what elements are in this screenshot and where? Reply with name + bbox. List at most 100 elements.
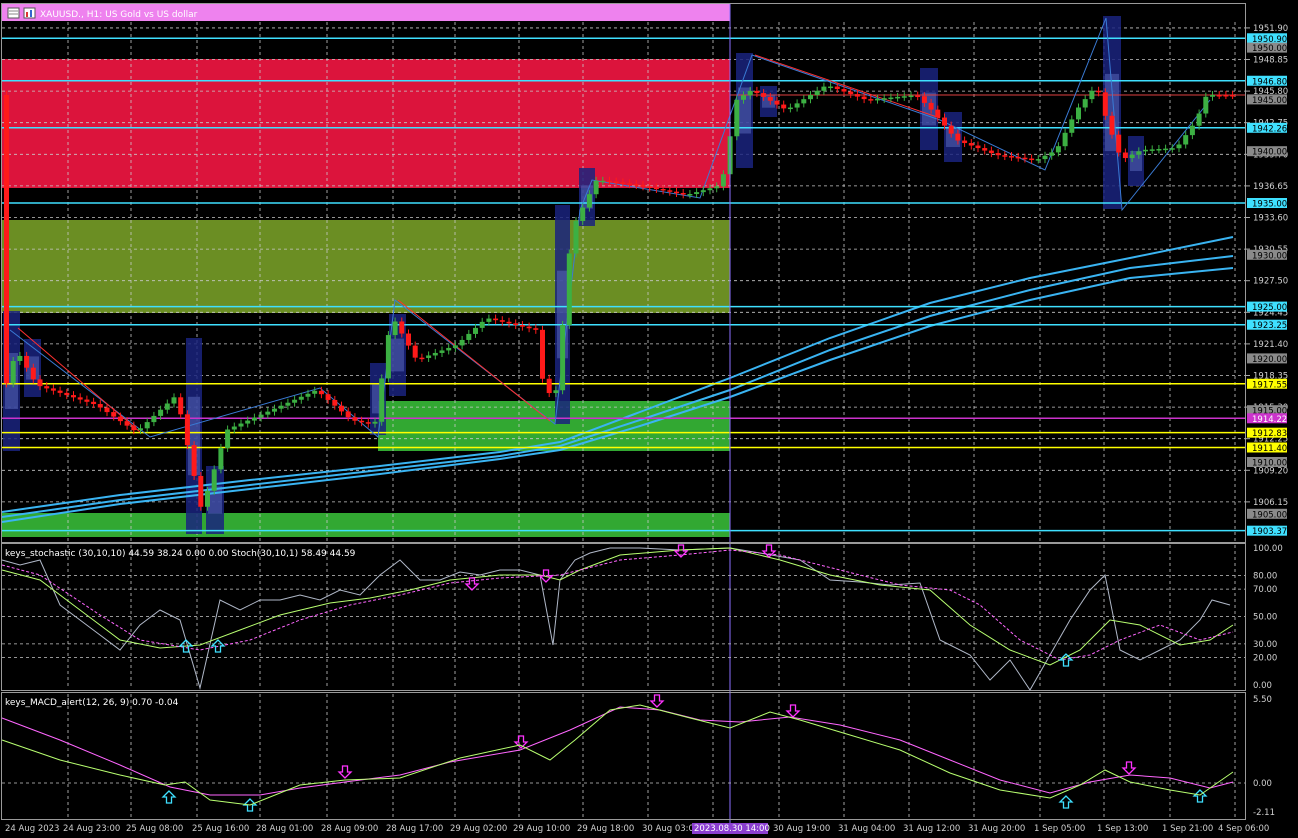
- candle: [432, 348, 438, 360]
- candle: [968, 139, 974, 150]
- candle: [506, 317, 512, 328]
- candle: [218, 443, 224, 474]
- candle: [573, 217, 579, 258]
- macd-level: 5.50: [1253, 695, 1272, 705]
- time-label: 1 Sep 21:00: [1162, 824, 1213, 834]
- trading-chart[interactable]: XAUUSD., H1: US Gold vs US dollar keys_s…: [0, 0, 1298, 838]
- candle: [352, 413, 358, 425]
- price-level-tag: 1946.80: [1252, 77, 1287, 87]
- candle: [680, 189, 686, 199]
- candle: [91, 397, 97, 409]
- candle: [995, 149, 1001, 160]
- buy-arrow-icon: [1058, 795, 1074, 809]
- candle: [1196, 109, 1202, 130]
- candle: [265, 407, 271, 419]
- candle: [1042, 151, 1048, 164]
- price-level-tag: 1912.83: [1252, 429, 1287, 439]
- price-axis: 1951.901948.851945.801942.751939.701936.…: [1245, 24, 1288, 818]
- time-axis: 24 Aug 2023 24 Aug 23:00 25 Aug 08:00 25 Au…: [5, 823, 1269, 834]
- candle: [97, 400, 103, 412]
- time-label: 24 Aug 23:00: [63, 824, 120, 834]
- candle: [1176, 140, 1182, 153]
- candle: [1216, 91, 1222, 99]
- price-level-tag: 1903.37: [1252, 527, 1287, 537]
- stoch-level: 80.00: [1253, 571, 1277, 581]
- candle: [379, 374, 385, 426]
- price-level-tag: 1920.00: [1252, 355, 1287, 365]
- time-label: 28 Aug 09:00: [321, 824, 378, 834]
- price-tick: 1936.65: [1253, 182, 1288, 192]
- crosshair-time-label: 2023.08.30 14:00: [694, 824, 770, 834]
- candle: [566, 249, 572, 329]
- price-tick: 1906.15: [1253, 498, 1288, 508]
- price-level-tag: 1940.00: [1252, 148, 1287, 158]
- stoch-level: 20.00: [1253, 654, 1277, 664]
- candle: [848, 87, 854, 99]
- candle: [198, 471, 204, 511]
- candle: [178, 393, 184, 419]
- candle: [406, 329, 411, 350]
- price-level-tag: 1930.00: [1252, 251, 1287, 261]
- chart-title: XAUUSD., H1: US Gold vs US dollar: [40, 10, 198, 20]
- stoch-level: 100.00: [1253, 544, 1283, 554]
- candle: [694, 188, 700, 199]
- price-level-tag: 1923.25: [1252, 321, 1287, 331]
- candle: [251, 413, 257, 425]
- candle: [84, 395, 90, 406]
- sell-arrow-icon: [337, 765, 353, 779]
- time-label: 25 Aug 16:00: [192, 824, 249, 834]
- candle: [808, 91, 813, 104]
- price-level-tag: 1905.00: [1252, 510, 1287, 520]
- demand-zone-green-low: [2, 513, 730, 537]
- candle: [519, 321, 525, 331]
- candle: [419, 353, 425, 362]
- candle: [1183, 131, 1189, 149]
- candle: [292, 395, 298, 407]
- stoch-level: 70.00: [1253, 585, 1277, 595]
- price-tick: 1921.40: [1253, 340, 1288, 350]
- time-label: 31 Aug 12:00: [903, 824, 960, 834]
- price-tick: 1951.90: [1253, 24, 1288, 34]
- candle: [191, 441, 197, 480]
- time-label: 28 Aug 01:00: [256, 824, 313, 834]
- candle: [345, 407, 351, 422]
- time-label: 29 Aug 10:00: [513, 824, 570, 834]
- candle: [560, 320, 566, 395]
- sell-arrow-icon: [649, 694, 665, 708]
- candle: [211, 465, 217, 495]
- candle: [171, 393, 177, 408]
- candle: [1210, 91, 1215, 101]
- candle: [493, 314, 499, 325]
- candle: [278, 401, 284, 413]
- candle: [238, 419, 244, 431]
- candle: [754, 86, 760, 98]
- time-label: 29 Aug 18:00: [577, 824, 634, 834]
- candle: [1102, 88, 1108, 120]
- price-level-tag: 1935.00: [1252, 200, 1287, 210]
- candle: [77, 393, 83, 404]
- candle: [1069, 115, 1075, 137]
- price-level-tag: 1925.00: [1252, 303, 1287, 313]
- supply-zone-red: [2, 59, 730, 188]
- candle: [71, 391, 76, 402]
- candle: [1223, 91, 1229, 99]
- candle: [1230, 91, 1236, 99]
- macd-title: keys_MACD_alert(12, 26, 9) 0.70 -0.04: [5, 698, 179, 708]
- candle: [1122, 148, 1128, 163]
- candle: [1076, 103, 1081, 124]
- candle: [479, 317, 485, 332]
- stoch-level: 30.00: [1253, 640, 1277, 650]
- candle: [164, 399, 170, 414]
- time-label: 30 Aug 19:00: [773, 824, 830, 834]
- candle: [1149, 145, 1155, 154]
- candle: [473, 323, 478, 338]
- candle: [828, 82, 834, 91]
- candle: [1062, 128, 1068, 151]
- candle: [962, 136, 968, 148]
- macd-level: 0.00: [1253, 779, 1272, 789]
- stoch-level: 50.00: [1253, 613, 1277, 623]
- time-label: 4 Sep 06:00: [1218, 824, 1269, 834]
- candle: [1082, 95, 1088, 112]
- candle: [231, 422, 237, 434]
- time-label: 31 Aug 20:00: [968, 824, 1025, 834]
